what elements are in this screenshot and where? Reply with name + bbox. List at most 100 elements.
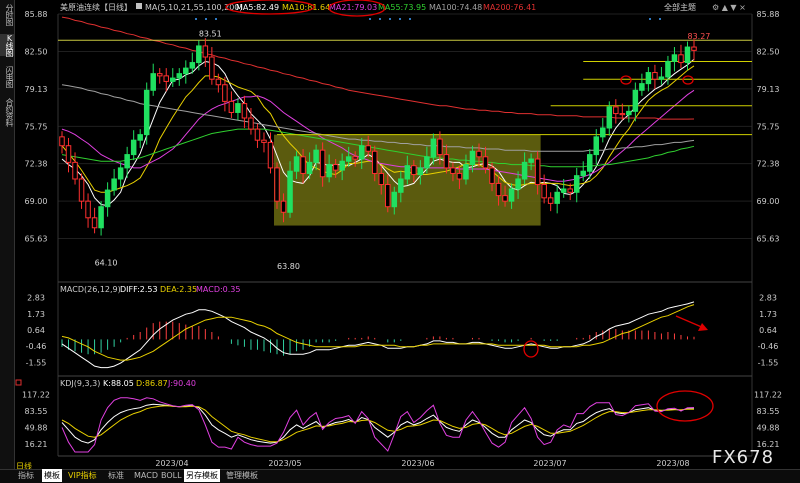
candle-body [658, 76, 665, 80]
candle-body [72, 161, 78, 180]
theme-dropdown[interactable]: 全部主题 [664, 2, 696, 12]
ma-settings-icon[interactable] [136, 3, 142, 9]
candle-body [502, 195, 508, 202]
macd-tick-left: -0.46 [26, 342, 47, 351]
candle-body [580, 170, 586, 177]
event-dot [649, 18, 651, 20]
candle-body [632, 89, 639, 112]
tab-vip-indicator[interactable]: VIP指标 [68, 469, 97, 482]
price-annotation: 83.27 [687, 32, 710, 41]
ma-line-ma100 [61, 84, 695, 152]
candle-body [600, 127, 606, 138]
candle-body [274, 167, 280, 202]
event-dot [409, 18, 411, 20]
kdj-toggle-icon[interactable] [15, 379, 22, 386]
event-dot [379, 18, 381, 20]
candle-body [443, 154, 450, 169]
macd-tick-left: 2.83 [27, 293, 45, 302]
candle-body [345, 156, 352, 162]
candle-body [678, 54, 684, 64]
candle-body [228, 100, 235, 113]
macd-tick-right: 1.73 [759, 310, 777, 319]
macd-value: MACD:0.35 [196, 285, 241, 294]
candle-body [469, 150, 476, 166]
chart-stage[interactable]: 美原油连续【日线】 MA(5,10,21,55,100,200) MA5:82.… [0, 0, 800, 470]
candle-body [639, 83, 645, 91]
price-tick-right: 69.00 [757, 197, 780, 206]
tab-indicator[interactable]: 指标 [18, 469, 34, 482]
candle-body [652, 72, 658, 80]
ma-value-5: MA200:76.41 [483, 3, 536, 12]
candle-body [671, 54, 678, 62]
x-axis-label: 2023/04 [155, 459, 188, 468]
macd-tick-right: 2.83 [759, 293, 777, 302]
tab-standard[interactable]: 标准 [108, 469, 124, 482]
candle-body [619, 113, 626, 116]
candle-body [222, 84, 228, 102]
tab-template[interactable]: 模板 [42, 469, 62, 482]
macd-tick-left: -1.55 [26, 358, 47, 367]
candle-body [130, 139, 137, 156]
tab-macd[interactable]: MACD [134, 469, 158, 482]
candle-body [450, 167, 456, 174]
candle-body [248, 117, 254, 130]
candle-body [385, 184, 391, 208]
candle-body [339, 160, 345, 171]
candle-body [645, 72, 652, 85]
settings-icon[interactable]: ⚙ ▲ ▼ × [712, 3, 746, 12]
price-tick-right: 79.13 [757, 85, 780, 94]
candle-body [332, 164, 339, 171]
candle-body [65, 145, 72, 163]
candle-body [567, 188, 573, 193]
candle-body [424, 156, 430, 169]
annotation-ellipse [682, 75, 694, 85]
kdj-d-value: D:86.87 [136, 379, 168, 388]
kdj-tick-right: 49.88 [757, 423, 780, 432]
kdj-tick-right: 117.22 [754, 390, 782, 399]
ma-value-4: MA100:74.48 [429, 3, 482, 12]
macd-tick-right: -1.55 [758, 358, 779, 367]
event-dot [369, 18, 371, 20]
price-tick-left: 75.75 [25, 122, 48, 131]
candle-body [691, 46, 697, 51]
event-dot [195, 18, 197, 20]
macd-diff-line [61, 301, 695, 369]
candle-body [547, 197, 554, 204]
price-tick-right: 85.88 [757, 10, 780, 19]
kdj-tick-left: 16.21 [25, 440, 48, 449]
price-annotation: 64.10 [95, 258, 118, 267]
macd-tick-left: 1.73 [27, 310, 45, 319]
candle-body [378, 172, 385, 186]
tab-boll[interactable]: BOLL [161, 469, 182, 482]
ma-value-2: MA21:79.03 [329, 3, 377, 12]
tab-manage-template[interactable]: 管理模板 [226, 469, 258, 482]
candle-body [515, 178, 521, 190]
candle-body [196, 45, 202, 64]
candle-body [417, 167, 424, 176]
event-dot [389, 18, 391, 20]
price-tick-left: 79.13 [25, 85, 48, 94]
x-axis-label: 2023/06 [401, 459, 434, 468]
ma-line-ma200 [61, 16, 695, 120]
candle-body [319, 149, 326, 178]
candle-body [411, 165, 417, 176]
tab-save-template[interactable]: 另存模板 [184, 469, 220, 482]
x-axis-label: 2023/07 [533, 459, 566, 468]
event-dot [399, 18, 401, 20]
candle-body [300, 156, 306, 174]
macd-diff-value: DIFF:2.53 [120, 285, 158, 294]
candle-body [626, 110, 632, 116]
candle-body [124, 154, 130, 169]
candle-body [508, 188, 515, 202]
price-tick-right: 65.63 [757, 235, 780, 244]
candle-body [235, 103, 241, 113]
kdj-line-k [61, 403, 694, 444]
candle-body [352, 156, 358, 160]
event-dot [659, 18, 661, 20]
candle-body [111, 178, 117, 191]
candle-body [521, 161, 528, 180]
event-dot [215, 18, 217, 20]
candle-body [241, 103, 248, 119]
candle-body [215, 78, 222, 86]
candle-body [59, 136, 65, 147]
